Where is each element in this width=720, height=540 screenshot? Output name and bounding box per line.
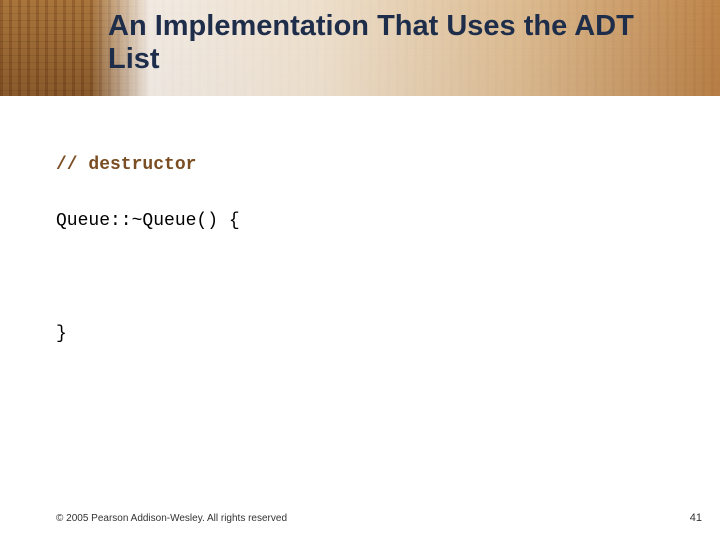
page-number: 41: [690, 512, 702, 524]
copyright-text: © 2005 Pearson Addison-Wesley. All right…: [56, 513, 287, 524]
slide-title: An Implementation That Uses the ADT List: [108, 10, 688, 77]
code-line: }: [56, 325, 676, 344]
code-comment: // destructor: [56, 156, 676, 175]
code-line: Queue::~Queue() {: [56, 212, 676, 231]
code-block: // destructor Queue::~Queue() { }: [56, 118, 676, 382]
slide: An Implementation That Uses the ADT List…: [0, 0, 720, 540]
code-blank-line: [56, 269, 676, 287]
